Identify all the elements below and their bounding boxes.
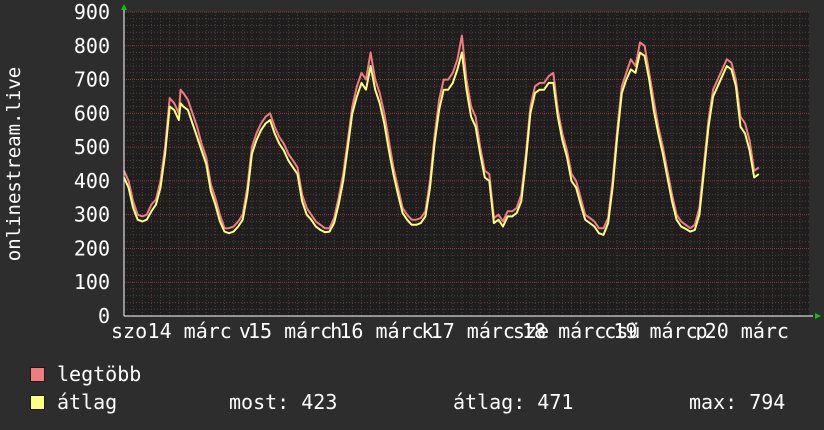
stat-average: átlag: 471 <box>453 390 574 414</box>
x-tick-label: 18 márc <box>522 319 606 340</box>
legend-label-avg: átlag <box>57 390 118 414</box>
y-tick-label: 0 <box>98 304 110 328</box>
plot-area <box>124 12 809 316</box>
x-tick-label: 15 márc <box>248 319 332 340</box>
y-tick-label: 200 <box>74 236 110 260</box>
y-tick-label: 800 <box>74 34 110 58</box>
y-tick-label: 100 <box>74 270 110 294</box>
legend-swatch-avg <box>30 395 45 410</box>
y-axis-label: onlinestream.live <box>3 67 25 261</box>
y-axis-arrow <box>121 4 127 10</box>
x-tick-label: szo <box>111 319 147 340</box>
y-tick-label: 300 <box>74 203 110 227</box>
x-tick-label: 14 márc <box>148 319 232 340</box>
y-tick-label: 600 <box>74 101 110 125</box>
x-tick-label: 20 márc <box>705 319 789 340</box>
legend-swatch-max <box>30 367 45 382</box>
y-tick-label: 400 <box>74 169 110 193</box>
x-tick-label: 19 márc <box>613 319 697 340</box>
x-tick-label: 16 márc <box>339 319 423 340</box>
legend-item-max: legtöbb <box>30 362 141 386</box>
legend-label-max: legtöbb <box>57 362 142 386</box>
x-tick-label: 17 márc <box>431 319 515 340</box>
stat-max: max: 794 <box>689 390 786 414</box>
y-tick-label: 700 <box>74 68 110 92</box>
chart: 0100200300400500600700800900szo 14 márc v1… <box>3 0 821 340</box>
legend-item-avg: átlag <box>30 390 117 414</box>
y-tick-label: 900 <box>74 0 110 24</box>
x-axis-arrow <box>815 313 821 319</box>
stat-now: most: 423 <box>229 390 338 414</box>
y-tick-label: 500 <box>74 135 110 159</box>
